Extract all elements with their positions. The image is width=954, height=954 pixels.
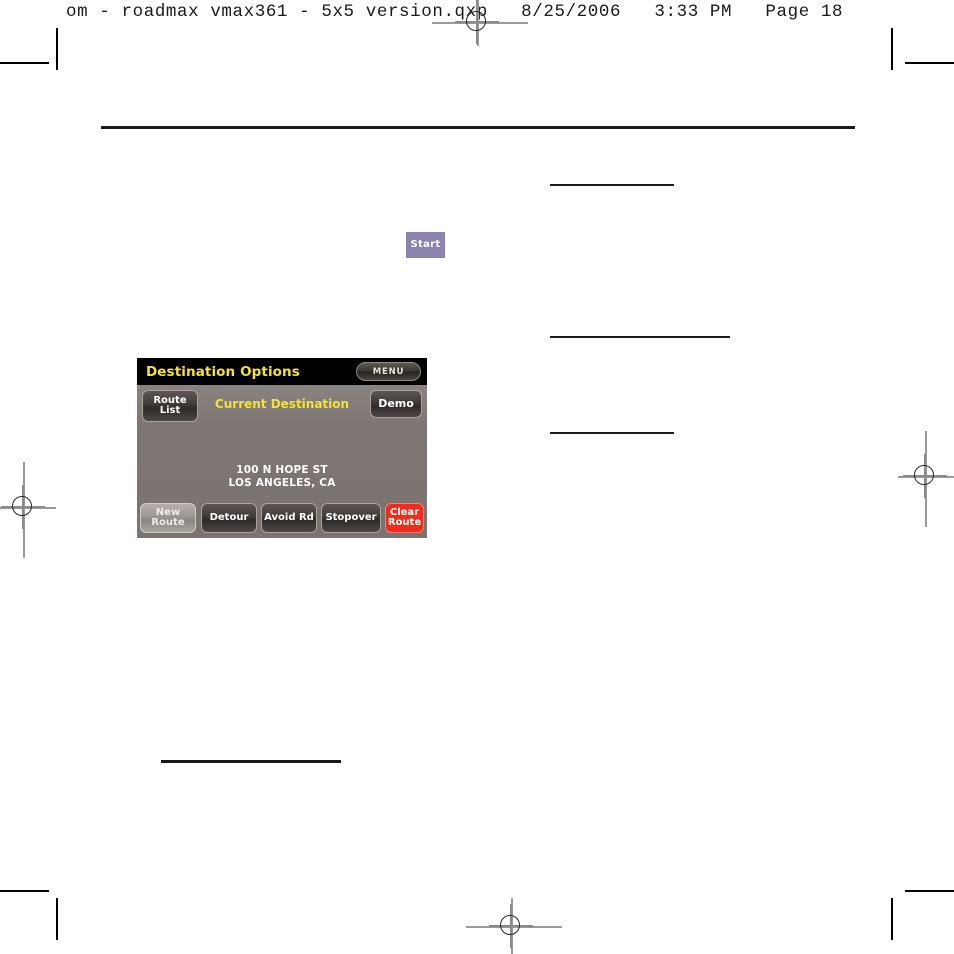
menu-button[interactable]: MENU bbox=[356, 362, 421, 381]
stopover-button-label: Stopover bbox=[325, 511, 377, 523]
new-route-button[interactable]: New Route bbox=[140, 503, 196, 533]
gps-bottom-button-bar: New Route Detour Avoid Rd Stopover Clear R… bbox=[137, 503, 427, 535]
registration-target-bottom bbox=[489, 904, 533, 948]
menu-button-label: MENU bbox=[372, 366, 405, 377]
detour-button-label: Detour bbox=[209, 511, 249, 523]
destination-street: 100 N HOPE ST bbox=[236, 464, 328, 476]
page-header-rule bbox=[101, 126, 855, 129]
crop-mark-top-left-horizontal bbox=[0, 62, 49, 64]
registration-ring bbox=[12, 496, 32, 516]
avoid-rd-button-label: Avoid Rd bbox=[264, 511, 314, 523]
stopover-button[interactable]: Stopover bbox=[321, 503, 381, 533]
section-rule-two bbox=[550, 336, 730, 339]
crop-mark-top-left-vertical bbox=[56, 28, 58, 70]
registration-ring bbox=[500, 915, 520, 935]
new-route-button-label: New Route bbox=[151, 506, 185, 528]
crop-mark-bottom-left-horizontal bbox=[0, 890, 49, 892]
detour-button[interactable]: Detour bbox=[201, 503, 257, 533]
avoid-rd-button[interactable]: Avoid Rd bbox=[261, 503, 317, 533]
crop-mark-top-right-vertical bbox=[891, 28, 893, 70]
section-rule-one bbox=[550, 184, 674, 187]
page-title: Destination Options bbox=[146, 363, 300, 380]
registration-target-left bbox=[1, 485, 45, 529]
section-rule-three bbox=[550, 432, 674, 435]
destination-address: 100 N HOPE ST LOS ANGELES, CA bbox=[137, 464, 427, 490]
start-button[interactable]: Start bbox=[406, 232, 445, 258]
registration-ring bbox=[466, 11, 486, 31]
crop-mark-bottom-right-horizontal bbox=[905, 890, 954, 892]
registration-target-right bbox=[903, 454, 947, 498]
gps-screen-body: Route List Demo Current Destination 100 N… bbox=[137, 385, 427, 538]
start-button-label: Start bbox=[410, 239, 441, 250]
crop-mark-top-right-horizontal bbox=[905, 62, 954, 64]
section-rule-four bbox=[161, 760, 341, 763]
clear-route-button[interactable]: Clear Route bbox=[385, 503, 424, 533]
clear-route-button-label: Clear Route bbox=[387, 506, 422, 528]
destination-city-state: LOS ANGELES, CA bbox=[228, 477, 336, 490]
registration-target-top bbox=[455, 0, 499, 44]
current-destination-label: Current Destination bbox=[214, 397, 350, 411]
gps-device-screenshot: Destination Options MENU Route List Demo … bbox=[137, 358, 427, 538]
gps-titlebar: Destination Options MENU bbox=[137, 358, 427, 385]
crop-mark-bottom-right-vertical bbox=[891, 898, 893, 940]
registration-ring bbox=[914, 465, 934, 485]
crop-mark-bottom-left-vertical bbox=[56, 898, 58, 940]
